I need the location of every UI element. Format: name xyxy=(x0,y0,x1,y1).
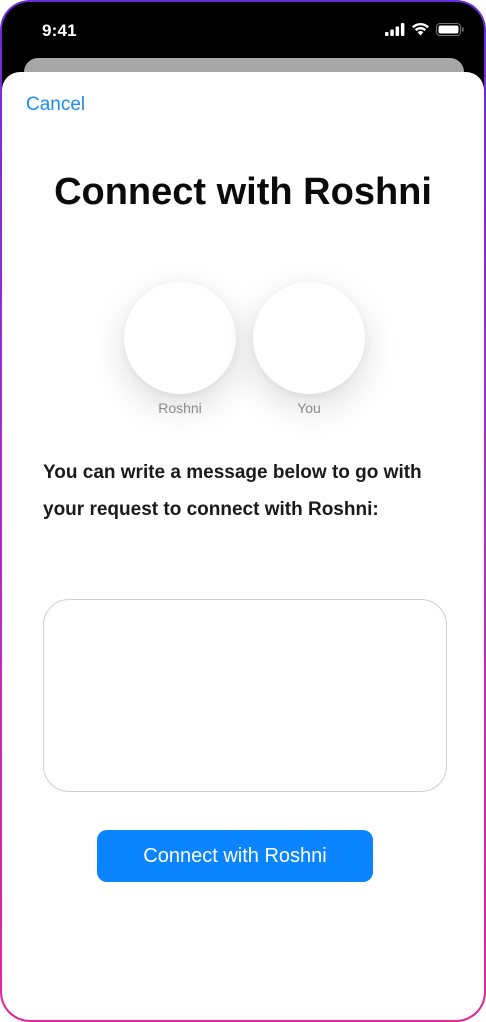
message-prompt: You can write a message below to go with… xyxy=(43,462,422,520)
wifi-icon xyxy=(412,23,429,36)
message-input[interactable] xyxy=(43,599,447,792)
connect-sheet: Cancel Connect with Roshni Roshni You Yo… xyxy=(2,72,484,1020)
page-title: Connect with Roshni xyxy=(54,171,432,213)
avatar-label-roshni: Roshni xyxy=(158,400,202,416)
status-icons xyxy=(385,22,464,36)
status-bar: 9:41 xyxy=(2,2,484,60)
phone-screen: 9:41 Cancel Connect with Roshni Roshni Y… xyxy=(2,2,484,1020)
avatar-label-you: You xyxy=(297,400,321,416)
connect-button[interactable]: Connect with Roshni xyxy=(97,830,373,882)
cellular-signal-icon xyxy=(385,22,405,36)
avatar-roshni xyxy=(124,282,236,394)
cancel-button[interactable]: Cancel xyxy=(26,94,85,116)
avatar-you xyxy=(253,282,365,394)
battery-icon xyxy=(436,22,464,36)
status-time: 9:41 xyxy=(42,21,77,40)
phone-frame: 9:41 Cancel Connect with Roshni Roshni Y… xyxy=(0,0,486,1022)
